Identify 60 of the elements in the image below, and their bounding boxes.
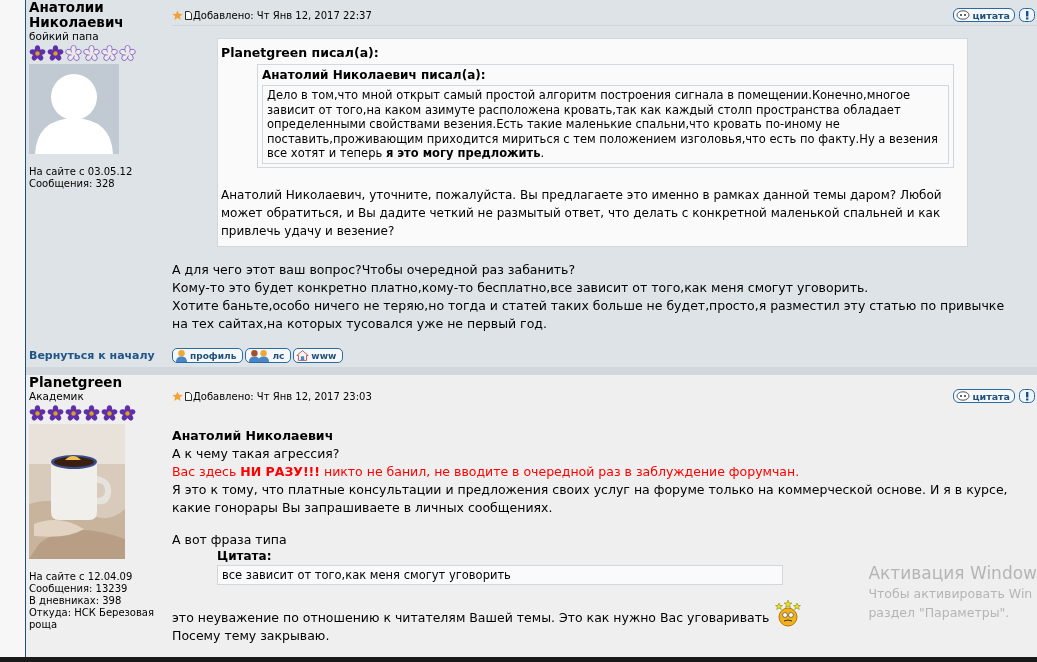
star-icon: [172, 390, 183, 402]
activation-notice-title: Активация Window: [868, 562, 1037, 584]
quote-label: Цитата:: [217, 548, 273, 563]
post-text: Посему тему закрываю.: [172, 626, 330, 645]
rank-star-icon: [29, 404, 46, 422]
profile-info: На сайте с 12.04.09: [29, 570, 134, 583]
user-rank: Академик: [29, 389, 84, 403]
post-text: Я это к тому, что платные консультации и предложения своих услуг на форуме только на коммерческой основе. И я в курсе, какие гонорары Вы запрашиваете в личных сообщениях.: [172, 480, 1009, 517]
two-users-icon: [248, 349, 271, 362]
profile-info: На сайте с 03.05.12: [29, 166, 134, 178]
report-icon[interactable]: [1019, 8, 1035, 22]
report-icon[interactable]: [1019, 389, 1035, 403]
profile-info: Сообщения: 13239: [29, 582, 129, 595]
rank-star-icon: [47, 45, 64, 62]
quote-author: Анатолий Николаевич писал(а):: [262, 68, 487, 82]
post-text: это неуважение по отношению к читателям Вашей темы. Это как нужно Вас уговаривать: [172, 608, 770, 627]
profile-link-button[interactable]: профиль: [172, 348, 244, 363]
rank-star-icon: [29, 45, 46, 62]
post-text: Анатолий Николаевич: [172, 426, 334, 445]
star-icon: [172, 9, 183, 21]
rank-star-icon: [119, 45, 136, 62]
user-rank: бойкий папа: [29, 30, 100, 43]
profile-link-button[interactable]: www: [293, 348, 344, 363]
post-text: А для чего этот ваш вопрос?Чтобы очередной раз забанить?: [172, 260, 576, 279]
user-icon: [175, 349, 188, 362]
document-icon: [185, 391, 192, 401]
post-text: А вот фраза типа: [172, 530, 287, 549]
activation-notice-text: раздел "Параметры".: [868, 604, 1011, 622]
rank-star-icon: [65, 45, 82, 62]
rank-star-icon: [119, 404, 136, 422]
author-name: Анатолии Николаевич: [29, 0, 125, 30]
house-icon: [296, 349, 310, 362]
quoted-text: все зависит от того,как меня смогут уговорить: [217, 564, 783, 585]
quote-author: Planetgreen писал(а):: [221, 45, 380, 60]
profile-link-button[interactable]: лс: [245, 348, 292, 363]
activation-notice-text: Чтобы активировать Win: [868, 585, 1034, 603]
quote-button[interactable]: цитата: [953, 8, 1015, 22]
speech-bubble-icon: [956, 10, 971, 20]
post-text: Вас здесь НИ РАЗУ!!! никто не банил, не вводите в очередной раз в заблуждение форумчан.: [172, 462, 800, 481]
post-text: Кому-то это будет конкретно платно,кому-то бесплатно,все зависит от того,как меня смогут уговорить.: [172, 278, 869, 297]
post-text: А к чему такая агрессия?: [172, 444, 340, 463]
post-text: Хотите баньте,особо ничего не теряю,но тогда и статей таких больше не будет,просто,я разместил эту статью по привычке на тех сайтах,на которых тусовался уже не первый год.: [172, 296, 1006, 333]
post-date: Добавлено: Чт Янв 12, 2017 22:37: [193, 9, 372, 21]
author-name: Planetgreen: [29, 374, 124, 390]
quote-text: Анатолий Николаевич, уточните, пожалуйста. Вы предлагаете это именно в рамках данной темы даром? Любой может обратиться, и Вы дадите четкий не размытый ответ, что делать с конкретной маленькой спальней и как привлечь удачу и везение?: [221, 186, 943, 240]
document-icon: [185, 10, 192, 20]
quoted-text: Дело в том,что мной открыт самый простой алгоритм построения сигнала в помещении.Конечно,многое зависит от того,на каком азимуте расположена кровать,так как каждый столп пространства обладает определенными свойствами везения.Есть такие маленькие спальни,что кровать по-иному не поставить,проживающим приходится мириться с тем положением изголовья,что есть по факту.Ну а везения все хотят и теперь я это могу предложить.: [262, 85, 949, 164]
rank-star-icon: [83, 404, 100, 422]
profile-info: Сообщения: 328: [29, 178, 116, 190]
rank-star-icon: [101, 404, 118, 422]
back-to-top-link[interactable]: Вернуться к началу: [29, 349, 172, 362]
rank-star-icon: [101, 45, 118, 62]
post-date: Добавлено: Чт Янв 12, 2017 23:03: [193, 390, 372, 402]
profile-info: Откуда: НСК Березовая роща: [29, 606, 155, 631]
profile-info: В дневниках: 398: [29, 594, 123, 607]
rank-star-icon: [83, 45, 100, 62]
rank-star-icon: [47, 404, 64, 422]
speech-bubble-icon: [956, 391, 971, 401]
rank-star-icon: [65, 404, 82, 422]
quote-button[interactable]: цитата: [953, 389, 1015, 403]
